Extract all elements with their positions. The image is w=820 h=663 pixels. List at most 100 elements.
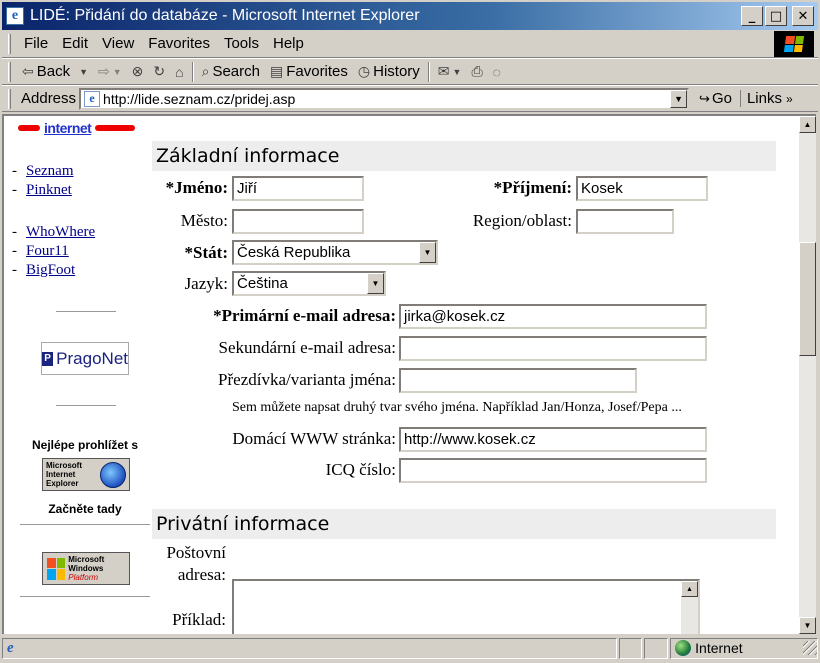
forward-dropdown-icon[interactable]: ▼	[113, 67, 122, 77]
scroll-up-icon[interactable]: ▲	[799, 116, 816, 133]
icq-field[interactable]	[399, 458, 707, 483]
page-viewport: internet - Seznam - Pinknet - WhoWhere - Fou…	[2, 114, 816, 634]
mail-button[interactable]: ✉ ▼	[433, 63, 467, 80]
address-grip[interactable]	[8, 88, 11, 109]
link-four11[interactable]: Four11	[26, 243, 69, 259]
back-button[interactable]: ⇦ Back ▼	[17, 63, 93, 80]
status-main: e	[2, 637, 617, 659]
back-label: Back	[36, 63, 71, 80]
menu-grip[interactable]	[8, 33, 11, 54]
secondary-email-label: Sekundární e-mail adresa:	[218, 338, 397, 357]
brand-text: internet	[44, 120, 92, 136]
prijmeni-field[interactable]: Kosek	[576, 176, 708, 201]
page-icon: e	[84, 90, 101, 107]
minimize-button[interactable]: _	[741, 6, 763, 26]
best-view-text: Nejlépe prohlížet s	[31, 438, 139, 452]
secondary-email-field[interactable]	[399, 336, 707, 361]
menu-file[interactable]: File	[17, 35, 55, 52]
ie-app-icon[interactable]: e	[6, 7, 24, 25]
page-scrollbar[interactable]: ▲ ▼	[799, 116, 816, 634]
back-dropdown-icon[interactable]: ▼	[79, 67, 88, 77]
icq-label: ICQ číslo:	[325, 460, 396, 479]
divider	[56, 405, 116, 406]
stop-button[interactable]: ⊗	[127, 63, 149, 80]
back-arrow-icon: ⇦	[22, 63, 34, 79]
stop-icon: ⊗	[131, 63, 144, 79]
print-button[interactable]: ⎙	[466, 63, 487, 80]
search-button[interactable]: ⌕ Search	[197, 63, 265, 80]
discuss-button[interactable]: ◌	[488, 64, 506, 80]
link-bigfoot[interactable]: BigFoot	[26, 262, 75, 278]
mesto-field[interactable]	[232, 209, 364, 234]
prijmeni-label: *Příjmení:	[493, 178, 572, 197]
address-dropdown-button[interactable]: ▼	[670, 89, 688, 108]
link-pinknet[interactable]: Pinknet	[26, 182, 72, 198]
print-icon: ⎙	[471, 63, 483, 79]
go-button[interactable]: ↪ Go	[699, 90, 732, 107]
links-button[interactable]: Links	[739, 90, 782, 107]
link-whowhere[interactable]: WhoWhere	[26, 224, 95, 240]
homepage-field[interactable]: http://www.kosek.cz	[399, 427, 707, 452]
start-here-text: Začněte tady	[48, 502, 122, 516]
go-label: Go	[711, 90, 732, 107]
menu-view[interactable]: View	[95, 35, 141, 52]
forward-arrow-icon: ⇨	[98, 63, 110, 79]
discuss-icon: ◌	[492, 63, 501, 80]
close-button[interactable]: ✕	[792, 6, 814, 26]
list-item: - BigFoot	[12, 262, 76, 278]
nickname-label: Přezdívka/varianta jména:	[218, 370, 396, 389]
menu-tools[interactable]: Tools	[217, 35, 266, 52]
jazyk-label: Jazyk:	[184, 274, 228, 293]
jmeno-field[interactable]: Jiří	[232, 176, 364, 201]
windows-logo-icon	[774, 30, 814, 57]
status-bar: e Internet	[2, 636, 818, 660]
link-seznam[interactable]: Seznam	[26, 163, 73, 179]
postal-label-line2: adresa:	[177, 565, 226, 584]
primary-email-field[interactable]: jirka@kosek.cz	[399, 304, 707, 329]
mail-icon: ✉	[437, 63, 450, 79]
postal-label-line1: Poštovní	[166, 543, 226, 562]
stat-label: *Stát:	[184, 243, 228, 262]
go-arrow-icon: ↪	[699, 90, 710, 106]
windows-platform-badge[interactable]: Microsoft Windows Platform	[42, 552, 130, 585]
pragonet-banner[interactable]: P PragoNet	[41, 342, 129, 375]
postal-address-textarea[interactable]: ▲	[232, 579, 700, 634]
maximize-button[interactable]: □	[765, 6, 787, 26]
chevron-down-icon[interactable]: ▼	[367, 273, 384, 294]
menu-help[interactable]: Help	[266, 35, 311, 52]
internet-brand-logo[interactable]: internet	[18, 120, 136, 136]
toolbar-grip[interactable]	[8, 61, 11, 82]
page-status-icon: e	[7, 639, 14, 656]
favorites-button[interactable]: ▤ Favorites	[265, 63, 353, 80]
stat-select[interactable]: Česká Republika ▼	[232, 240, 438, 265]
menu-favorites[interactable]: Favorites	[141, 35, 217, 52]
scrollbar-thumb[interactable]	[799, 242, 816, 356]
scroll-down-icon[interactable]: ▼	[799, 617, 816, 634]
chevron-right-icon[interactable]: »	[786, 92, 793, 106]
window-title: LIDÉ: Přidání do databáze - Microsoft In…	[30, 7, 420, 24]
menu-edit[interactable]: Edit	[55, 35, 95, 52]
history-icon: ◷	[357, 63, 371, 79]
address-url: http://lide.seznam.cz/pridej.asp	[103, 90, 296, 107]
history-button[interactable]: ◷ History	[353, 63, 425, 80]
address-input[interactable]: e http://lide.seznam.cz/pridej.asp ▼	[79, 87, 690, 110]
toolbar-separator	[191, 61, 194, 82]
home-button[interactable]: ⌂	[170, 64, 188, 80]
nickname-field[interactable]	[399, 368, 637, 393]
mail-dropdown-icon[interactable]: ▼	[453, 67, 462, 77]
region-field[interactable]	[576, 209, 674, 234]
windows-badge-text: Microsoft Windows Platform	[65, 555, 129, 582]
address-bar: Address e http://lide.seznam.cz/pridej.a…	[2, 85, 818, 112]
resize-grip-icon[interactable]	[803, 641, 817, 655]
divider	[56, 311, 116, 312]
jazyk-select[interactable]: Čeština ▼	[232, 271, 386, 296]
status-cell	[644, 637, 669, 659]
refresh-button[interactable]: ↻	[148, 63, 170, 80]
list-item: - Seznam	[12, 163, 74, 179]
textarea-scroll-up-icon[interactable]: ▲	[681, 581, 698, 597]
standard-toolbar: ⇦ Back ▼ ⇨ ▼ ⊗ ↻ ⌂ ⌕ Search ▤ Favorites …	[2, 58, 818, 85]
forward-button[interactable]: ⇨ ▼	[93, 63, 127, 80]
window-controls: _ □ ✕	[741, 6, 814, 26]
ie-download-badge[interactable]: Microsoft Internet Explorer	[42, 458, 130, 491]
chevron-down-icon[interactable]: ▼	[419, 242, 436, 263]
